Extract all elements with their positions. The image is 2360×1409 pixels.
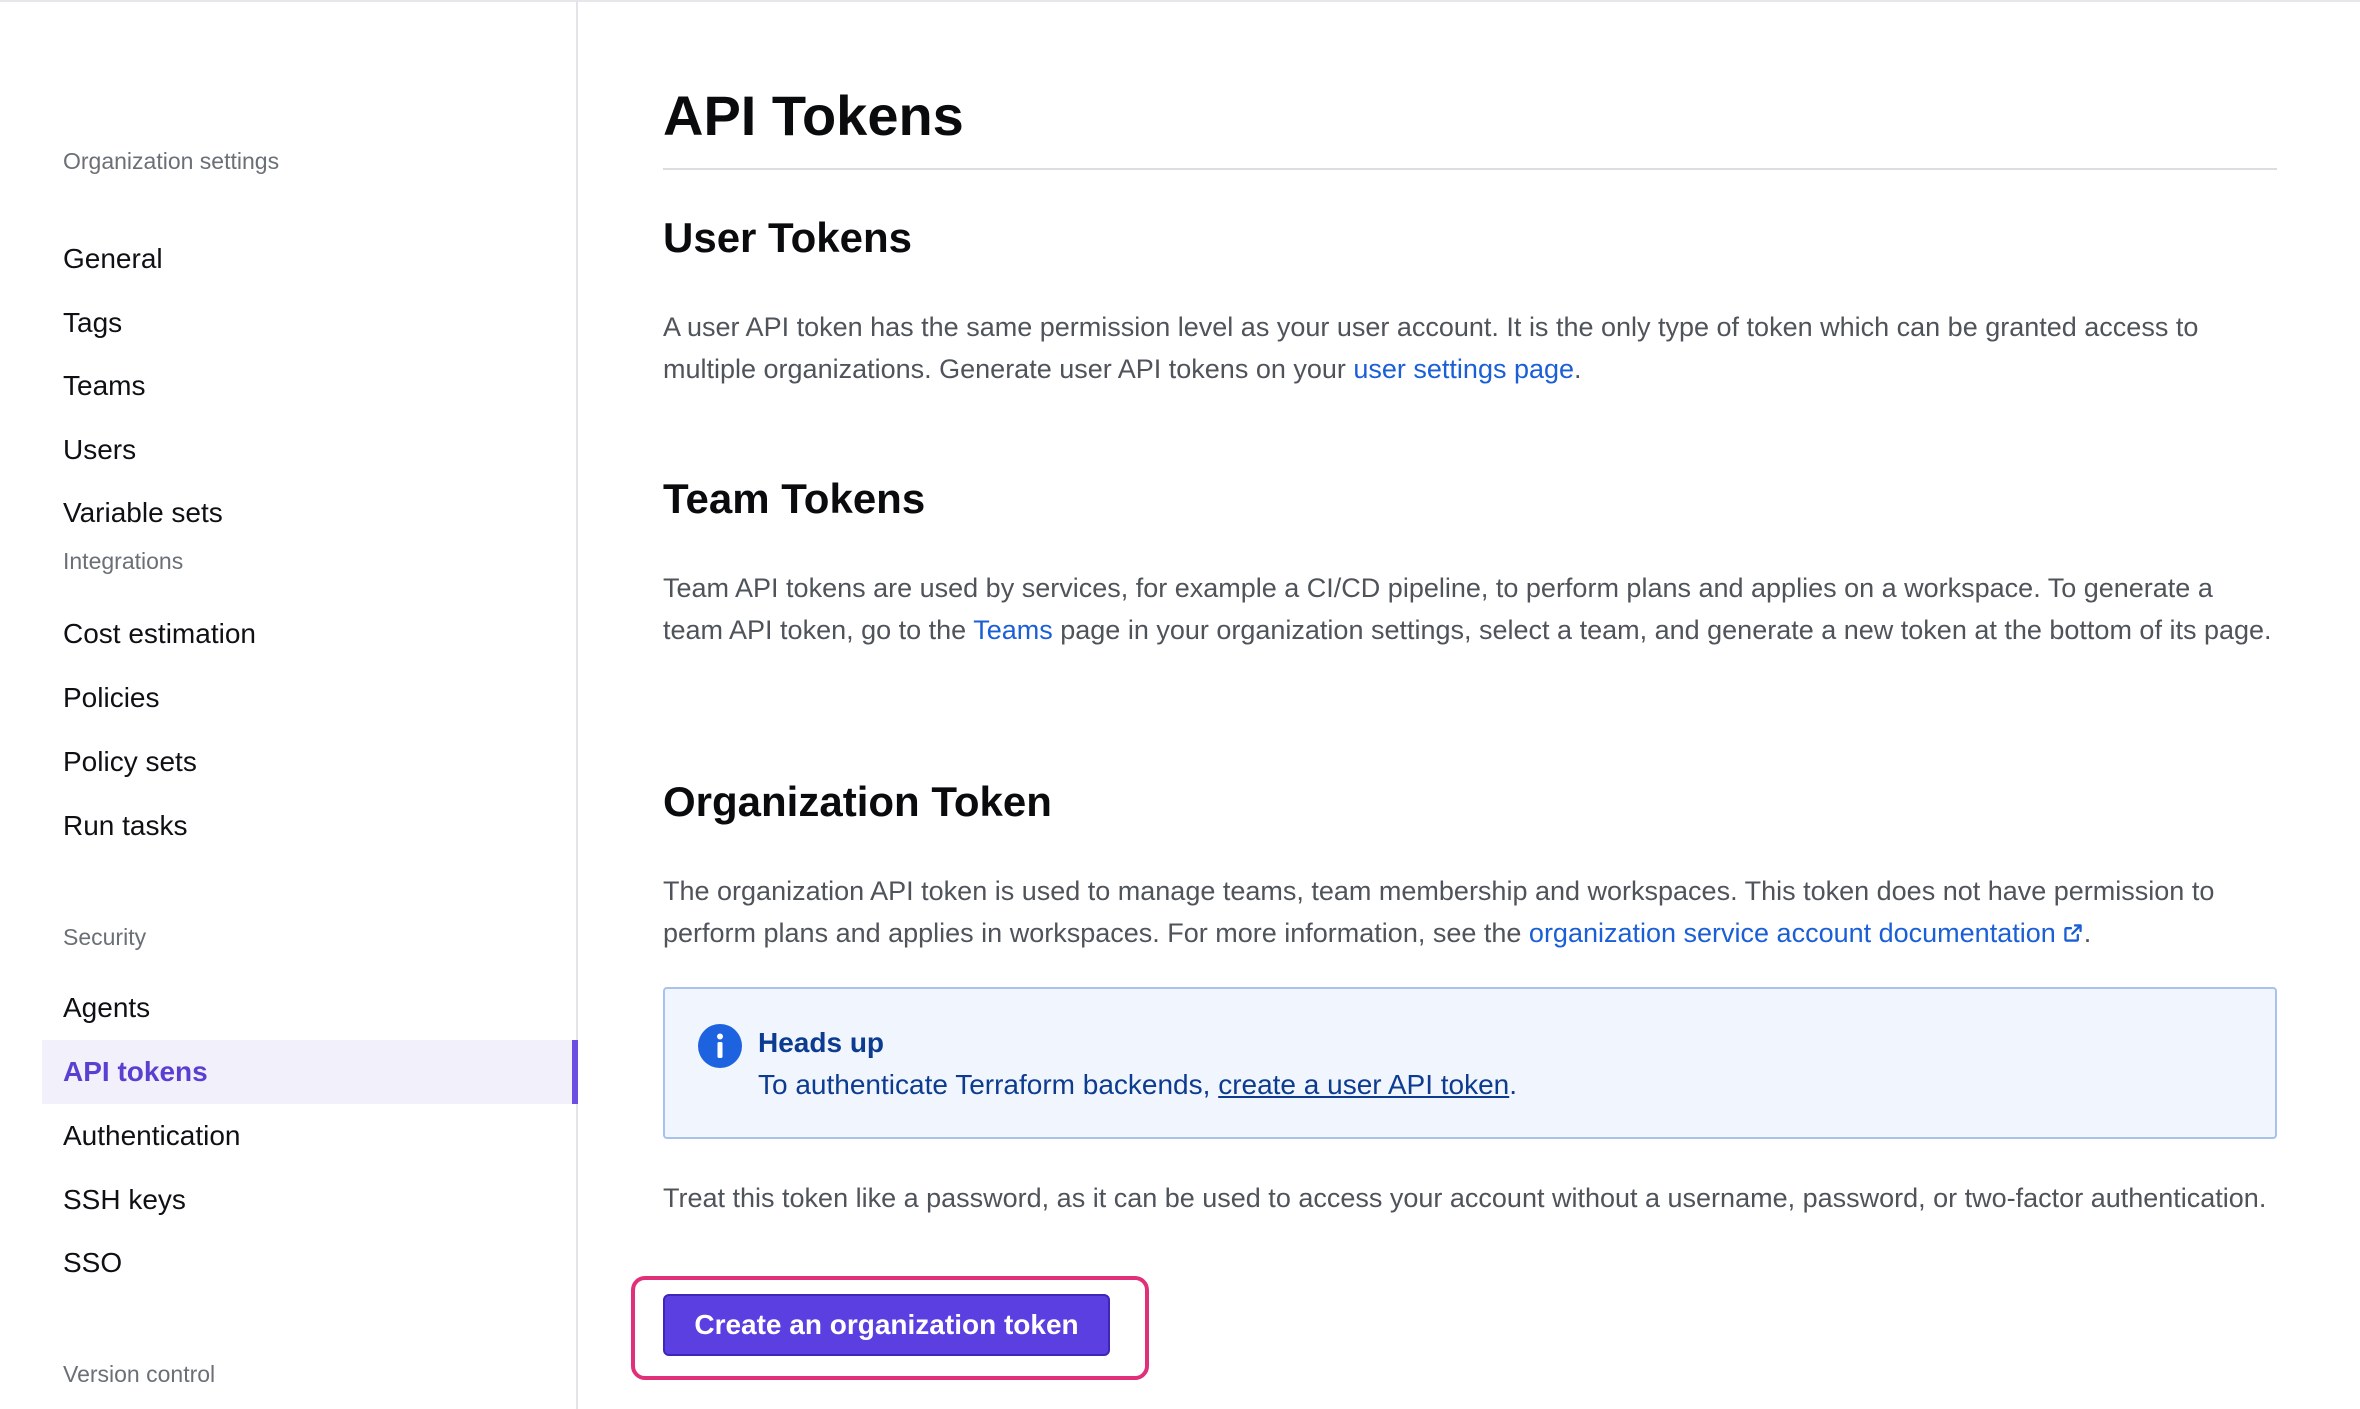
user-tokens-heading: User Tokens — [663, 214, 912, 261]
sidebar-item-authentication[interactable]: Authentication — [42, 1104, 578, 1168]
service-account-docs-link[interactable]: organization service account documentati… — [1529, 918, 2084, 948]
sidebar-heading-security: Security — [63, 924, 147, 950]
sidebar-item-agents[interactable]: Agents — [42, 976, 578, 1040]
sidebar-item-policy-sets[interactable]: Policy sets — [42, 730, 578, 794]
info-icon — [698, 1024, 742, 1068]
title-divider — [663, 168, 2277, 170]
token-warning-text: Treat this token like a password, as it … — [663, 1183, 2267, 1213]
sidebar-item-teams[interactable]: Teams — [42, 354, 578, 418]
settings-sidebar: Organization settings General Tags Teams… — [0, 0, 578, 1409]
sidebar-item-api-tokens[interactable]: API tokens — [42, 1040, 578, 1104]
heads-up-callout: Heads up To authenticate Terraform backe… — [663, 987, 2277, 1139]
page-title: API Tokens — [663, 84, 964, 147]
external-link-icon — [2064, 924, 2082, 942]
team-tokens-text-end: page in your organization settings, sele… — [1052, 615, 2272, 645]
sidebar-item-policies[interactable]: Policies — [42, 666, 578, 730]
sidebar-item-general[interactable]: General — [42, 227, 578, 291]
sidebar-item-users[interactable]: Users — [42, 418, 578, 482]
sidebar-item-ssh-keys[interactable]: SSH keys — [42, 1168, 578, 1232]
organization-token-description: The organization API token is used to ma… — [663, 870, 2277, 954]
create-organization-token-button[interactable]: Create an organization token — [663, 1294, 1110, 1356]
callout-title: Heads up — [758, 1027, 885, 1058]
sidebar-heading-organization-settings: Organization settings — [63, 148, 280, 174]
sidebar-heading-version-control: Version control — [63, 1361, 216, 1387]
sidebar-item-cost-estimation[interactable]: Cost estimation — [42, 602, 578, 666]
sidebar-heading-integrations: Integrations — [63, 548, 184, 574]
team-tokens-heading: Team Tokens — [663, 475, 926, 522]
service-account-docs-link-label: organization service account documentati… — [1528, 918, 2056, 948]
user-tokens-text-end: . — [1574, 354, 1582, 384]
sidebar-item-sso[interactable]: SSO — [42, 1231, 578, 1295]
organization-token-text-end: . — [2083, 918, 2092, 948]
callout-text-end: . — [1509, 1069, 1518, 1100]
team-tokens-description: Team API tokens are used by services, fo… — [663, 567, 2277, 651]
callout-body: To authenticate Terraform backends, crea… — [758, 1065, 1517, 1105]
user-tokens-description: A user API token has the same permission… — [663, 306, 2277, 390]
sidebar-item-variable-sets[interactable]: Variable sets — [42, 481, 578, 545]
sidebar-item-run-tasks[interactable]: Run tasks — [42, 794, 578, 858]
callout-text: To authenticate Terraform backends, — [758, 1069, 1219, 1100]
organization-token-heading: Organization Token — [663, 778, 1052, 825]
user-settings-link[interactable]: user settings page — [1353, 354, 1574, 384]
sidebar-item-tags[interactable]: Tags — [42, 291, 578, 355]
teams-link[interactable]: Teams — [973, 615, 1053, 645]
create-user-api-token-link[interactable]: create a user API token — [1218, 1069, 1509, 1100]
